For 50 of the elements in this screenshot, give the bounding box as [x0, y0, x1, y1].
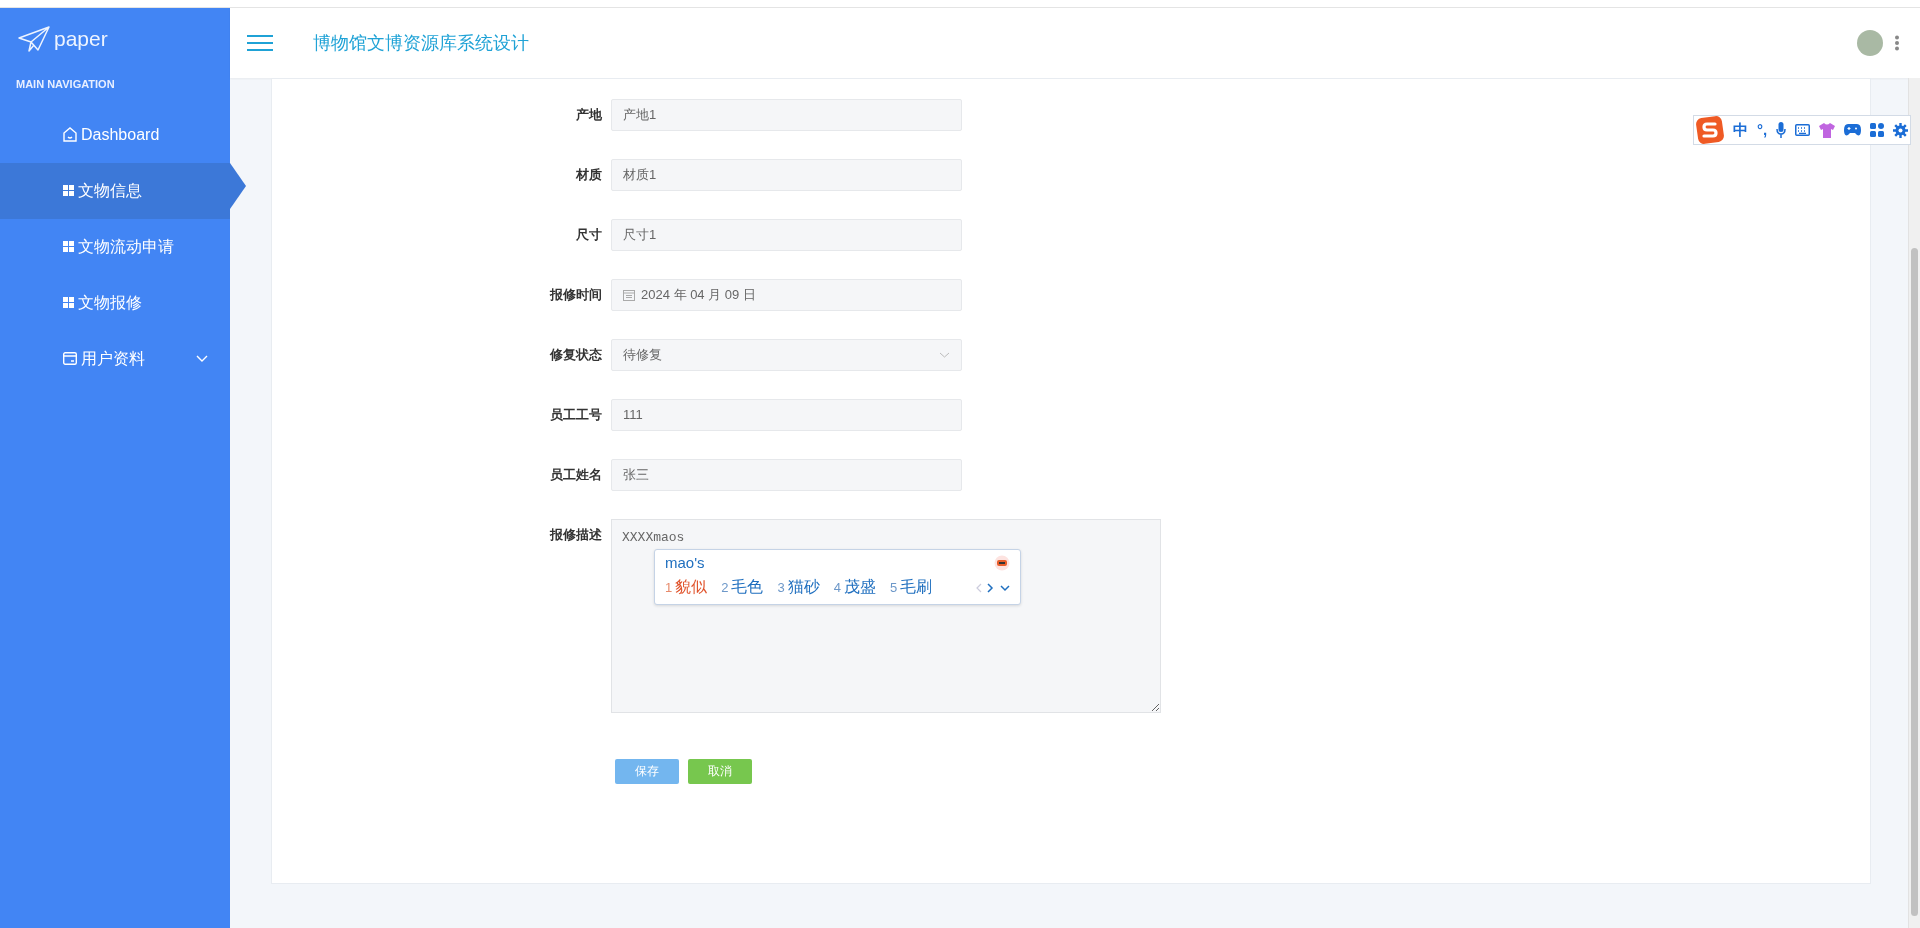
- field-label: 尺寸: [575, 226, 602, 244]
- field-label: 报修时间: [548, 286, 602, 304]
- nav-heading: MAIN NAVIGATION: [15, 77, 116, 92]
- input-field[interactable]: 尺寸1: [611, 219, 962, 251]
- grid-icon: [63, 297, 74, 308]
- input-mode[interactable]: 中: [1733, 118, 1748, 142]
- logo-text: paper: [54, 26, 108, 53]
- ime-candidate[interactable]: 3 猫砂: [777, 574, 820, 601]
- page-title: 博物馆文博资源库系统设计: [313, 31, 529, 55]
- nav-item[interactable]: 文物报修: [0, 274, 230, 331]
- input-field[interactable]: 111: [611, 399, 962, 431]
- field-label: 员工姓名: [549, 466, 602, 484]
- scrollbar[interactable]: [1908, 78, 1920, 928]
- ime-candidate[interactable]: 4 茂盛: [833, 574, 876, 601]
- grid-icon: [63, 241, 74, 252]
- mascot-icon: [994, 555, 1010, 571]
- field-label: 产地: [575, 106, 602, 124]
- paper-plane-icon: [18, 26, 50, 52]
- nav-item[interactable]: Dashboard: [0, 106, 230, 163]
- chevron-down-icon: [196, 355, 208, 362]
- ime-composition: mao's: [665, 553, 705, 573]
- ime-candidate[interactable]: 2 毛色: [721, 574, 764, 601]
- card-icon: [63, 352, 77, 365]
- keyboard-icon[interactable]: [1795, 124, 1811, 136]
- ime-logo-icon[interactable]: [1696, 116, 1724, 144]
- microphone-icon[interactable]: [1776, 122, 1787, 138]
- input-field[interactable]: 张三: [611, 459, 962, 491]
- chevron-down-icon: [939, 352, 950, 358]
- menu-icon[interactable]: [245, 34, 275, 52]
- shirt-icon[interactable]: [1819, 122, 1836, 138]
- input-field[interactable]: 产地1: [611, 99, 962, 131]
- ime-candidate[interactable]: 5 毛刷: [889, 574, 933, 601]
- input-field[interactable]: 材质1: [611, 159, 962, 191]
- field-label: 报修描述: [548, 526, 602, 544]
- nav-item[interactable]: 文物流动申请: [0, 218, 230, 275]
- field-label: 修复状态: [548, 346, 602, 364]
- date-field[interactable]: 2024 年 04 月 09 日: [611, 279, 962, 311]
- settings-icon[interactable]: [1893, 122, 1909, 138]
- punctuation-mode[interactable]: °,: [1757, 118, 1768, 142]
- ime-candidate[interactable]: 1 貌似: [665, 574, 708, 601]
- apps-icon[interactable]: [1870, 123, 1885, 137]
- field-label: 材质: [575, 166, 602, 184]
- gamepad-icon[interactable]: [1844, 123, 1862, 137]
- field-label: 员工工号: [549, 406, 602, 424]
- more-icon[interactable]: [1894, 35, 1900, 51]
- select-field[interactable]: 待修复: [611, 339, 962, 371]
- calendar-icon: [623, 289, 635, 301]
- house-icon: [63, 127, 77, 142]
- nav-item[interactable]: 用户资料: [0, 330, 230, 387]
- grid-icon: [63, 185, 74, 196]
